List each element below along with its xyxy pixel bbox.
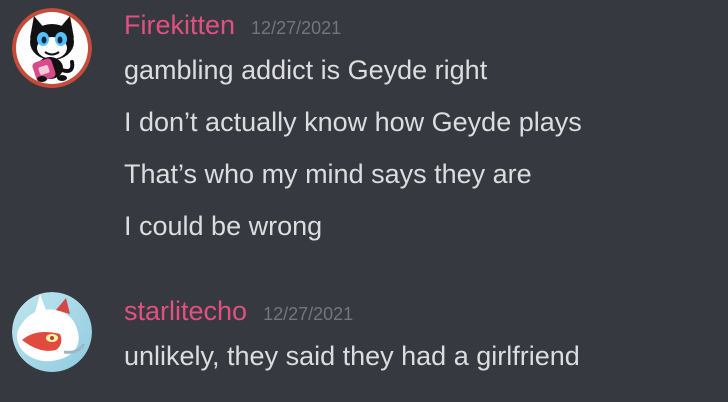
message-text: unlikely, they said they had a girlfrien…	[124, 341, 580, 371]
username[interactable]: starlitecho	[124, 294, 247, 328]
avatar-firekitten[interactable]	[12, 8, 92, 88]
timestamp: 12/27/2021	[263, 304, 354, 324]
message-header: starlitecho 12/27/2021	[124, 294, 353, 328]
message-group: Firekitten 12/27/2021 gambling addict is…	[0, 0, 728, 260]
timestamp: 12/27/2021	[251, 18, 342, 38]
message-text: gambling addict is Geyde right	[124, 55, 488, 85]
username[interactable]: Firekitten	[124, 8, 235, 42]
avatar-starlitecho[interactable]	[12, 292, 92, 372]
message-header: Firekitten 12/27/2021	[124, 8, 341, 42]
message-text: That’s who my mind says they are	[124, 159, 532, 189]
message-group: starlitecho 12/27/2021 unlikely, they sa…	[0, 284, 728, 402]
black-cat-avatar-icon	[12, 8, 92, 88]
message-text: I don’t actually know how Geyde plays	[124, 107, 582, 137]
message-text: I could be wrong	[124, 211, 323, 241]
pokemon-avatar-icon	[12, 292, 92, 372]
chat-messages: Firekitten 12/27/2021 gambling addict is…	[0, 0, 728, 402]
